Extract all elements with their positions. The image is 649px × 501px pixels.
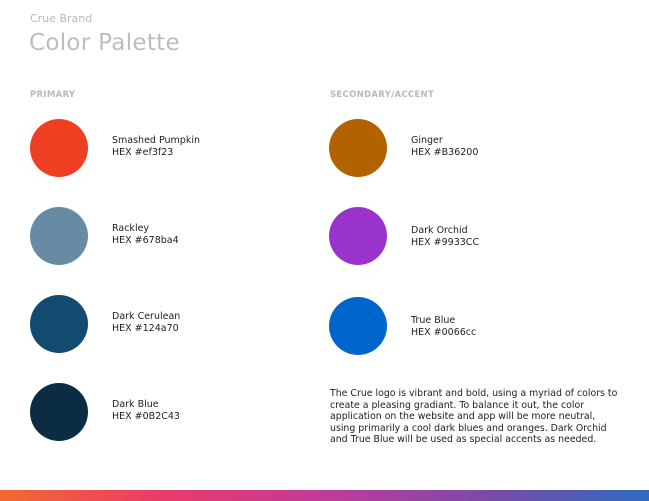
color-hex: HEX #9933CC <box>411 237 480 248</box>
page-title: Color Palette <box>29 30 180 56</box>
color-hex: HEX #0B2C43 <box>112 411 180 422</box>
primary-color-item: Rackley HEX #678ba4 <box>30 207 290 265</box>
secondary-section-label: SECONDARY/ACCENT <box>330 90 435 100</box>
primary-color-item: Dark Cerulean HEX #124a70 <box>30 295 290 353</box>
primary-swatch-2 <box>30 295 88 353</box>
color-name: Dark Cerulean <box>112 311 181 322</box>
color-name: Smashed Pumpkin <box>112 135 201 146</box>
primary-color-item: Dark Blue HEX #0B2C43 <box>30 383 290 441</box>
color-name: Dark Blue <box>112 399 159 410</box>
secondary-color-item: Ginger HEX #B36200 <box>329 119 589 177</box>
brand-label: Crue Brand <box>30 12 93 25</box>
footer-gradient-bar <box>0 490 649 501</box>
secondary-swatch-0 <box>329 119 387 177</box>
secondary-swatch-2 <box>329 297 387 355</box>
primary-section-label: PRIMARY <box>30 90 76 100</box>
color-hex: HEX #B36200 <box>411 147 479 158</box>
primary-swatch-0 <box>30 119 88 177</box>
color-hex: HEX #0066cc <box>411 327 477 338</box>
color-hex: HEX #678ba4 <box>112 235 179 246</box>
palette-description: The Crue logo is vibrant and bold, using… <box>330 388 618 446</box>
primary-color-item: Smashed Pumpkin HEX #ef3f23 <box>30 119 290 177</box>
secondary-color-item: Dark Orchid HEX #9933CC <box>329 207 589 265</box>
color-name: Rackley <box>112 223 150 234</box>
primary-swatch-1 <box>30 207 88 265</box>
color-name: True Blue <box>411 315 456 326</box>
color-name: Ginger <box>411 135 443 146</box>
color-hex: HEX #ef3f23 <box>112 147 174 158</box>
secondary-color-item: True Blue HEX #0066cc <box>329 297 589 355</box>
secondary-swatch-1 <box>329 207 387 265</box>
primary-swatch-3 <box>30 383 88 441</box>
color-hex: HEX #124a70 <box>112 323 179 334</box>
color-name: Dark Orchid <box>411 225 468 236</box>
